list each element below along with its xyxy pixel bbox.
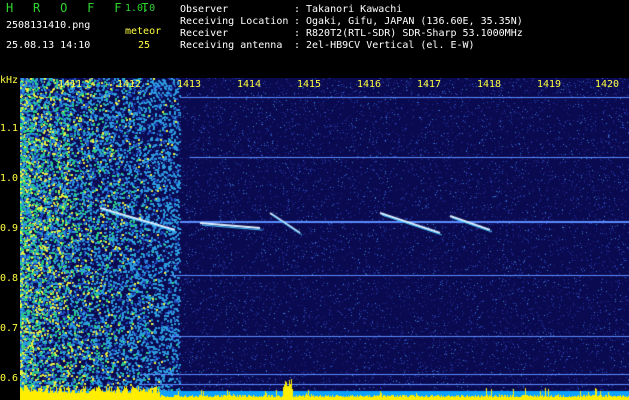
y-tick-0-9: 0.9 (0, 223, 19, 234)
observer-value: Takanori Kawachi (306, 4, 403, 15)
x-tick-1416: 1416 (356, 79, 382, 90)
location-separator: : (294, 16, 301, 27)
antenna-label: Receiving antenna (180, 40, 283, 51)
y-tick-1-0: 1.0 (0, 173, 19, 184)
x-tick-1420: 1420 (594, 79, 620, 90)
y-tick-0-6: 0.6 (0, 373, 19, 384)
observer-label: Observer (180, 4, 229, 15)
x-tick-1419: 1419 (536, 79, 562, 90)
meteor-label: meteor (125, 26, 162, 37)
x-tick-1418: 1418 (476, 79, 502, 90)
x-tick-1415: 1415 (296, 79, 322, 90)
file-name: 2508131410.png (6, 20, 91, 31)
y-tick-0-8: 0.8 (0, 273, 19, 284)
x-tick-1411: 1411 (57, 79, 83, 90)
receiver-separator: : (294, 28, 301, 39)
location-value: Ogaki, Gifu, JAPAN (136.60E, 35.35N) (306, 16, 523, 27)
y-tick-0-7: 0.7 (0, 323, 19, 334)
receiver-label: Receiver (180, 28, 229, 39)
antenna-value: 2el-HB9CV Vertical (el. E-W) (306, 40, 475, 51)
y-tick-1-1: 1.1 (0, 123, 19, 134)
x-tick-1417: 1417 (416, 79, 442, 90)
observer-separator: : (294, 4, 301, 15)
y-axis-unit: kHz (0, 75, 19, 86)
capture-datetime: 25.08.13 14:10 (6, 40, 91, 51)
app-version: 1.0.0 (125, 3, 156, 14)
location-label: Receiving Location (180, 16, 289, 27)
x-tick-1414: 1414 (236, 79, 262, 90)
x-tick-1412: 1412 (116, 79, 142, 90)
header-panel: H R O F F T 1.0.0 2508131410.png 25.08.1… (0, 0, 629, 78)
antenna-separator: : (294, 40, 301, 51)
spectrogram-canvas (20, 78, 629, 400)
receiver-value: R820T2(RTL-SDR) SDR-Sharp 53.1000MHz (306, 28, 523, 39)
x-tick-1413: 1413 (176, 79, 202, 90)
meteor-count: 25 (138, 40, 151, 51)
